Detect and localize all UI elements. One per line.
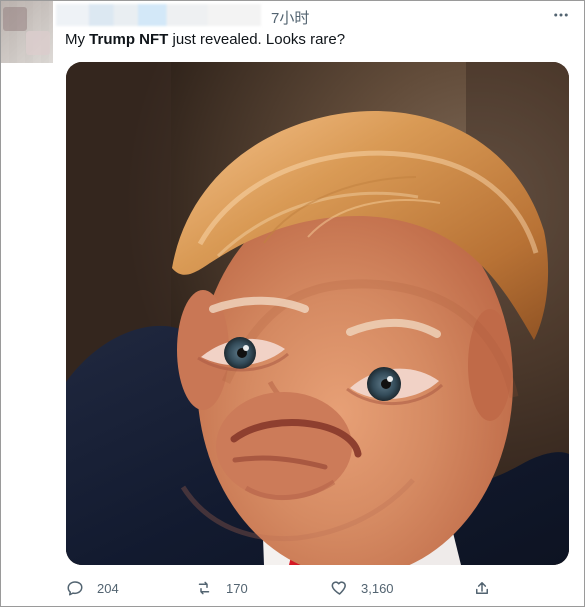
tweet-text: My Trump NFT just revealed. Looks rare? [65, 30, 345, 50]
reply-bubble-icon [64, 577, 86, 599]
tweet-actions: 204 170 3,160 [61, 573, 511, 603]
tweet-text-prefix: My [65, 31, 90, 48]
share-button[interactable] [471, 573, 493, 603]
tweet-time[interactable]: 7小时 [271, 7, 309, 28]
reply-button[interactable]: 204 [64, 573, 119, 603]
blurred-user-name [56, 4, 261, 26]
like-button[interactable]: 3,160 [328, 573, 394, 603]
retweet-button[interactable]: 170 [193, 573, 248, 603]
reply-count: 204 [97, 580, 119, 596]
heart-icon [328, 577, 350, 599]
tweet-text-highlight: Trump NFT [89, 31, 169, 48]
blurred-avatar [1, 1, 53, 63]
more-horizontal-icon [552, 6, 570, 29]
tweet-text-suffix: just revealed. Looks rare? [168, 31, 346, 48]
like-count: 3,160 [361, 580, 394, 596]
tweet-photo-image [66, 62, 569, 565]
tweet-card: 7小时 My Trump NFT just revealed. Looks ra… [0, 0, 585, 607]
retweet-arrows-icon [193, 577, 215, 599]
share-upload-icon [471, 577, 493, 599]
more-options-button[interactable] [549, 8, 573, 26]
tweet-media-photo[interactable] [66, 62, 569, 565]
retweet-count: 170 [226, 580, 248, 596]
